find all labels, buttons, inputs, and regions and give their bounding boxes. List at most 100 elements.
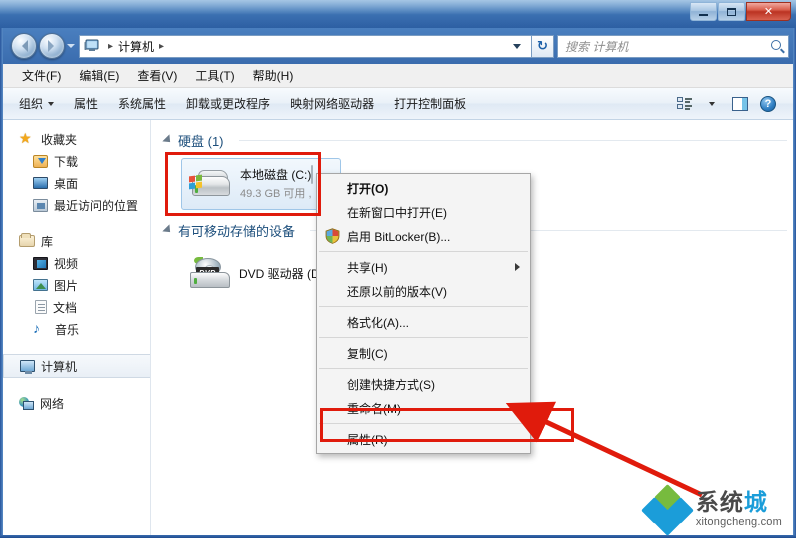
- expand-collapse-icon: [162, 134, 174, 146]
- sidebar-item-label: 图片: [54, 278, 79, 293]
- view-style-button[interactable]: [671, 93, 697, 115]
- breadcrumb-computer[interactable]: 计算机: [118, 38, 154, 55]
- menu-edit[interactable]: 编辑(E): [70, 64, 128, 87]
- drive-capacity-bar: [311, 165, 314, 184]
- group-header-hard-disks[interactable]: 硬盘 (1): [162, 130, 793, 150]
- breadcrumb-separator: ▸: [108, 40, 114, 52]
- expand-collapse-icon: [162, 224, 174, 236]
- sidebar-item-documents[interactable]: 文档: [3, 296, 150, 318]
- recent-pages-button[interactable]: [65, 33, 77, 59]
- menu-help[interactable]: 帮助(H): [244, 64, 303, 87]
- preview-pane-button[interactable]: [727, 93, 753, 115]
- window-controls: ✕: [689, 2, 791, 21]
- context-menu-item-create-shortcut[interactable]: 创建快捷方式(S): [317, 372, 530, 396]
- menu-view[interactable]: 查看(V): [128, 64, 186, 87]
- sidebar-item-desktop[interactable]: 桌面: [3, 172, 150, 194]
- watermark-text: 系统城 xitongcheng.com: [696, 490, 782, 528]
- menu-item-label: 重命名(M): [347, 401, 401, 416]
- toolbar-right-group: ?: [671, 93, 787, 115]
- open-control-panel-button[interactable]: 打开控制面板: [384, 90, 476, 117]
- library-icon: [19, 233, 35, 247]
- star-icon: ★: [19, 130, 32, 146]
- sidebar-item-recent-places[interactable]: 最近访问的位置: [3, 194, 150, 216]
- system-properties-button[interactable]: 系统属性: [108, 90, 176, 117]
- menu-file[interactable]: 文件(F): [13, 64, 70, 87]
- context-menu-item-properties[interactable]: 属性(R): [317, 427, 530, 451]
- group-title: 有可移动存储的设备: [178, 223, 296, 239]
- minimize-icon: [699, 13, 708, 16]
- context-menu-item-open-new-window[interactable]: 在新窗口中打开(E): [317, 200, 530, 224]
- context-menu-item-open[interactable]: 打开(O): [317, 176, 530, 200]
- search-icon: [771, 39, 784, 53]
- sidebar-item-computer[interactable]: 计算机: [3, 354, 150, 378]
- menu-separator: [319, 306, 528, 307]
- search-input[interactable]: 搜索 计算机: [557, 34, 789, 58]
- sidebar-item-libraries[interactable]: 库: [3, 230, 150, 252]
- navigation-pane: ★ 收藏夹 下载 桌面 最近访问的位置 库 视频 图片 文档 ♪ 音乐 计算机 …: [3, 120, 151, 535]
- menu-item-label: 复制(C): [347, 346, 388, 361]
- forward-button[interactable]: [39, 33, 65, 59]
- sidebar-item-favorites[interactable]: ★ 收藏夹: [3, 128, 150, 150]
- address-bar[interactable]: ▸ 计算机 ▸: [79, 34, 532, 58]
- context-menu-item-format[interactable]: 格式化(A)...: [317, 310, 530, 334]
- uninstall-change-program-button[interactable]: 卸载或更改程序: [176, 90, 280, 117]
- context-menu-item-copy[interactable]: 复制(C): [317, 341, 530, 365]
- sidebar-item-label: 桌面: [54, 176, 79, 191]
- command-toolbar: 组织 属性 系统属性 卸载或更改程序 映射网络驱动器 打开控制面板 ?: [3, 88, 793, 120]
- group-title: 硬盘 (1): [178, 133, 224, 149]
- drive-name: 本地磁盘 (C:): [240, 168, 312, 182]
- computer-icon: [84, 39, 100, 53]
- menu-item-label: 启用 BitLocker(B)...: [347, 229, 451, 244]
- menu-separator: [319, 251, 528, 252]
- music-icon: ♪: [33, 320, 40, 336]
- properties-button[interactable]: 属性: [64, 90, 108, 117]
- maximize-button[interactable]: [718, 2, 745, 21]
- address-dropdown-button[interactable]: [509, 43, 529, 49]
- menu-tools[interactable]: 工具(T): [186, 64, 243, 87]
- title-bar: ✕: [0, 0, 796, 28]
- sidebar-item-pictures[interactable]: 图片: [3, 274, 150, 296]
- network-icon: [19, 396, 34, 410]
- context-menu-item-enable-bitlocker[interactable]: 启用 BitLocker(B)...: [317, 224, 530, 248]
- menu-separator: [319, 368, 528, 369]
- back-button[interactable]: [11, 33, 37, 59]
- breadcrumb-separator-2[interactable]: ▸: [154, 41, 169, 52]
- organize-label: 组织: [19, 97, 44, 111]
- dvd-drive-icon: DVD: [187, 256, 231, 292]
- context-menu: 打开(O) 在新窗口中打开(E) 启用 BitLocker(B)... 共享(H…: [316, 173, 531, 454]
- sidebar-item-label: 网络: [40, 396, 65, 411]
- sidebar-item-downloads[interactable]: 下载: [3, 150, 150, 172]
- organize-button[interactable]: 组织: [9, 90, 64, 117]
- explorer-window: ✕ ▸ 计算机 ▸ ↻ 搜索 计算机 文件(F) 编辑(E) 查看(V) 工具(…: [0, 0, 796, 538]
- minimize-button[interactable]: [690, 2, 717, 21]
- diamond-logo-icon: [640, 484, 694, 536]
- view-style-icon: [676, 97, 692, 110]
- map-network-drive-button[interactable]: 映射网络驱动器: [280, 90, 384, 117]
- chevron-down-icon: [709, 101, 715, 106]
- hard-disk-icon: [188, 166, 232, 202]
- close-button[interactable]: ✕: [746, 2, 791, 21]
- refresh-button[interactable]: ↻: [532, 34, 554, 58]
- pictures-icon: [33, 279, 48, 291]
- context-menu-item-share[interactable]: 共享(H): [317, 255, 530, 279]
- context-menu-item-restore-previous-versions[interactable]: 还原以前的版本(V): [317, 279, 530, 303]
- menu-item-label: 打开(O): [347, 181, 389, 196]
- sidebar-item-label: 文档: [53, 300, 78, 315]
- group-divider: [238, 139, 787, 141]
- sidebar-item-network[interactable]: 网络: [3, 392, 150, 414]
- menu-separator: [319, 423, 528, 424]
- view-style-dropdown[interactable]: [699, 93, 725, 115]
- downloads-icon: [33, 154, 48, 168]
- refresh-icon: ↻: [537, 38, 548, 53]
- help-button[interactable]: ?: [755, 93, 781, 115]
- desktop-icon: [33, 177, 48, 189]
- recent-places-icon: [33, 198, 48, 212]
- sidebar-item-videos[interactable]: 视频: [3, 252, 150, 274]
- context-menu-item-rename[interactable]: 重命名(M): [317, 396, 530, 420]
- menu-item-label: 还原以前的版本(V): [347, 284, 447, 299]
- chevron-down-icon: [67, 44, 75, 48]
- sidebar-item-music[interactable]: ♪ 音乐: [3, 318, 150, 340]
